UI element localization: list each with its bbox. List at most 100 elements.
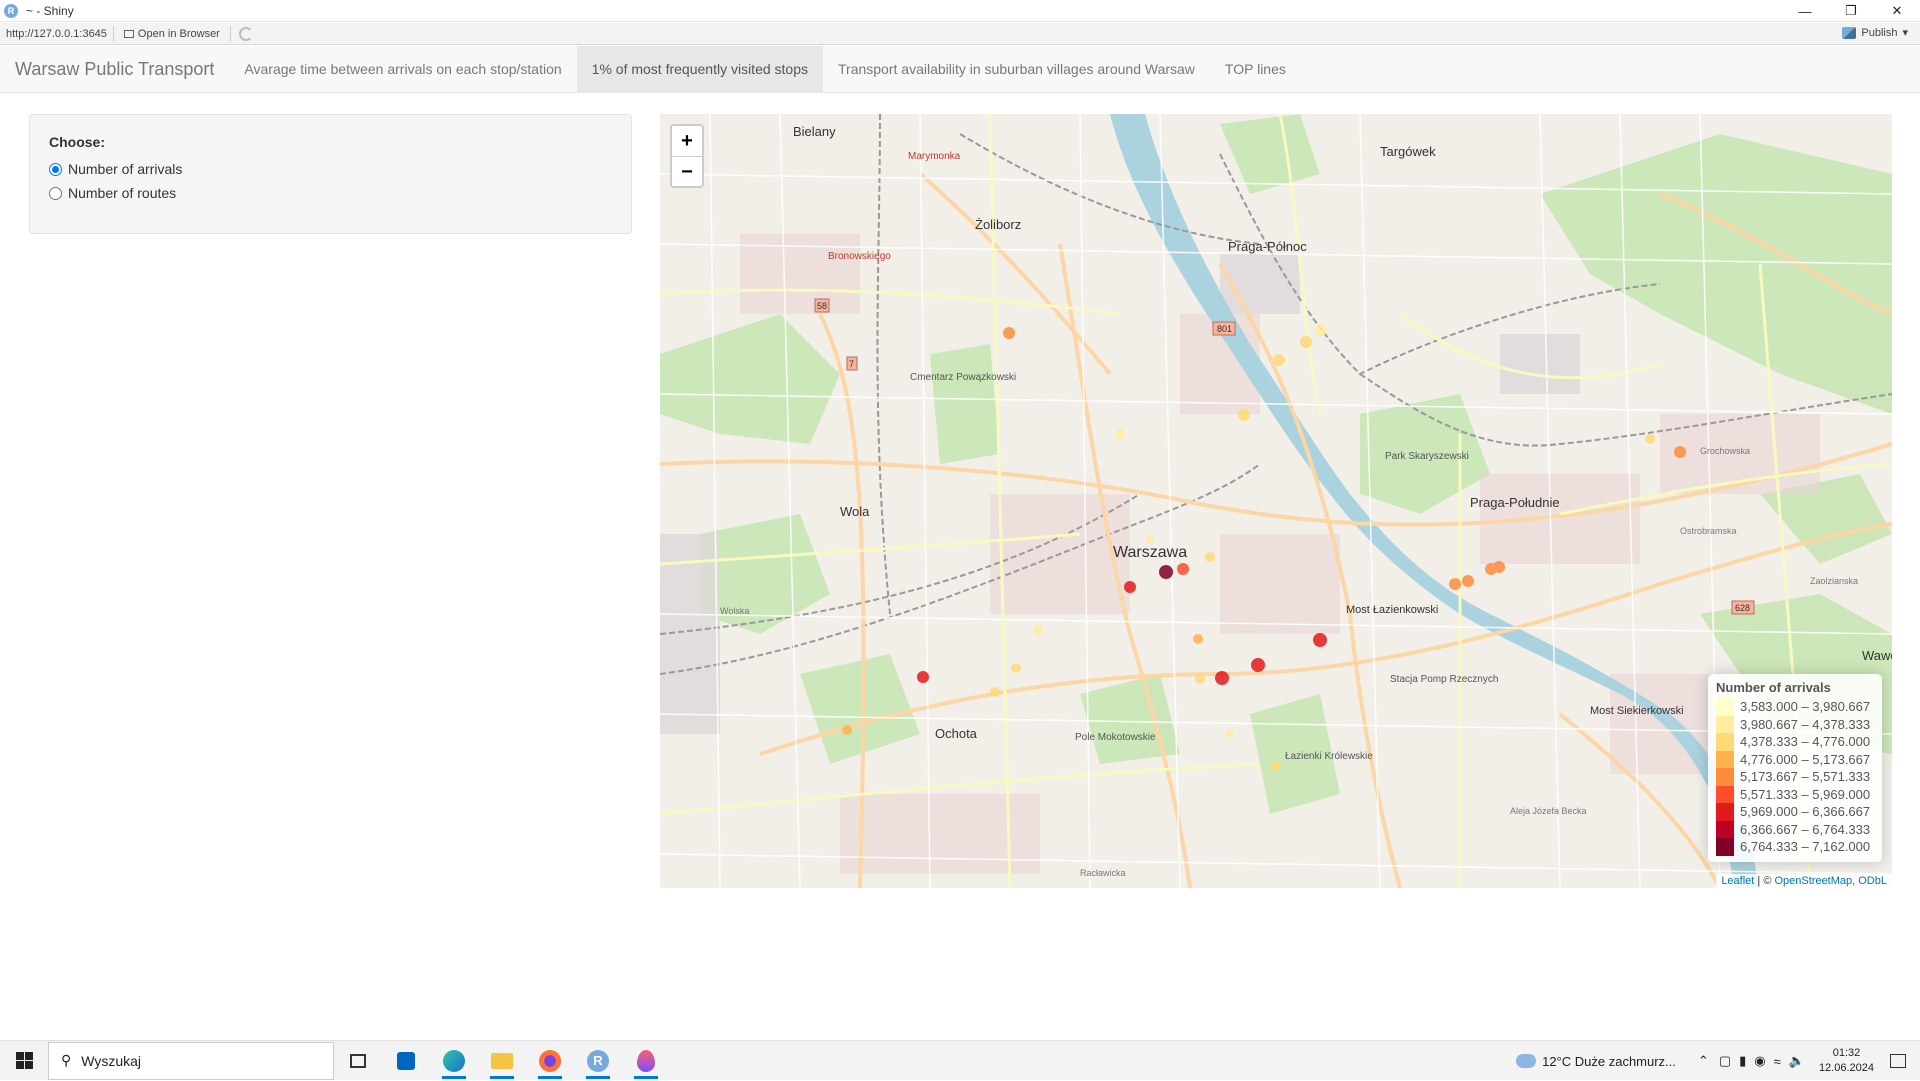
tab-suburban-availability[interactable]: Transport availability in suburban villa… (823, 46, 1210, 92)
osm-link[interactable]: OpenStreetMap, ODbL (1774, 875, 1887, 887)
wifi-icon[interactable]: ≈ (1774, 1054, 1781, 1069)
minimize-button[interactable]: — (1782, 0, 1828, 22)
stop-marker[interactable] (1003, 327, 1015, 339)
battery-icon[interactable]: ▮ (1739, 1053, 1746, 1069)
start-button[interactable] (0, 1041, 48, 1081)
open-in-browser-button[interactable]: Open in Browser (114, 25, 231, 42)
map-label-praga-polnoc: Praga-Północ (1228, 239, 1307, 254)
weather-icon[interactable] (1516, 1054, 1537, 1068)
map-label-bronowskiego: Bronowskiego (828, 251, 891, 262)
volume-icon[interactable]: 🔈 (1789, 1053, 1805, 1069)
stop-marker[interactable] (1449, 578, 1461, 590)
map-attribution: Leaflet | © OpenStreetMap, ODbL (1716, 874, 1892, 888)
stop-marker[interactable] (1300, 336, 1312, 348)
zoom-in-button[interactable]: + (672, 126, 702, 156)
chevron-up-icon[interactable]: ⌃ (1698, 1053, 1709, 1069)
weather-text[interactable]: 12°C Duże zachmurz... (1542, 1054, 1676, 1069)
radio-button-checked[interactable] (49, 162, 62, 176)
legend-swatch (1716, 803, 1734, 821)
radio-label-routes[interactable]: Number of routes (68, 185, 176, 201)
stop-marker[interactable] (1177, 563, 1189, 575)
close-button[interactable]: ✕ (1874, 0, 1920, 22)
radio-label-arrivals[interactable]: Number of arrivals (68, 161, 182, 177)
legend-row: 3,583.000 – 3,980.667 (1716, 698, 1874, 716)
legend-label: 3,583.000 – 3,980.667 (1740, 699, 1871, 715)
taskbar-clock[interactable]: 01:32 12.06.2024 (1811, 1046, 1882, 1076)
stop-marker[interactable] (1115, 429, 1125, 439)
windows-taskbar: ⚲ Wyszukaj R 12°C Duże zachmurz... ⌃ ▢ ▮… (0, 1040, 1920, 1080)
radio-button-unchecked[interactable] (49, 186, 62, 200)
device-icon[interactable]: ▢ (1719, 1053, 1731, 1069)
legend-row: 4,378.333 – 4,776.000 (1716, 733, 1874, 751)
stop-marker[interactable] (1271, 761, 1281, 771)
stop-marker[interactable] (1674, 446, 1686, 458)
radio-number-of-routes[interactable]: Number of routes (49, 181, 612, 205)
rstudio-icon[interactable]: R (574, 1041, 622, 1081)
map-label-lazienki: Łazienki Królewskie (1285, 751, 1373, 762)
stop-marker[interactable] (1462, 575, 1474, 587)
tab-top-lines[interactable]: TOP lines (1210, 46, 1301, 92)
stop-marker[interactable] (1033, 625, 1043, 635)
stop-marker[interactable] (1215, 671, 1229, 685)
navbar-brand[interactable]: Warsaw Public Transport (0, 46, 229, 92)
restore-button[interactable]: ❐ (1828, 0, 1874, 22)
road-label-raclawicka: Racławicka (1080, 868, 1126, 878)
stop-marker[interactable] (990, 687, 1000, 697)
legend-swatch (1716, 785, 1734, 803)
edge-icon[interactable] (430, 1041, 478, 1081)
legend-swatch (1716, 715, 1734, 733)
task-view-icon[interactable] (334, 1041, 382, 1081)
stop-marker[interactable] (1238, 409, 1250, 421)
taskbar-search[interactable]: ⚲ Wyszukaj (48, 1041, 334, 1080)
legend-label: 5,173.667 – 5,571.333 (1740, 769, 1871, 785)
legend-row: 6,764.333 – 7,162.000 (1716, 838, 1874, 856)
stop-marker[interactable] (1251, 658, 1265, 672)
choose-label: Choose: (49, 134, 105, 150)
leaflet-link[interactable]: Leaflet (1721, 875, 1754, 887)
stop-marker[interactable] (1493, 561, 1505, 573)
stop-marker[interactable] (1195, 674, 1205, 684)
firefox-icon[interactable] (526, 1041, 574, 1081)
legend-swatch (1716, 698, 1734, 716)
zoom-out-button[interactable]: − (672, 156, 702, 186)
map-label-pole-mokotowskie: Pole Mokotowskie (1075, 732, 1156, 743)
map-label-cmentarz: Cmentarz Powązkowski (910, 372, 1016, 383)
stop-marker[interactable] (1124, 581, 1136, 593)
network-icon[interactable]: ◉ (1754, 1053, 1765, 1069)
app-icon[interactable] (622, 1041, 670, 1081)
sidebar-panel: Choose: Number of arrivals Number of rou… (29, 114, 632, 234)
refresh-icon[interactable] (238, 26, 253, 41)
tab-top-stops[interactable]: 1% of most frequently visited stops (576, 46, 823, 92)
stop-marker[interactable] (842, 725, 852, 735)
file-explorer-icon[interactable] (478, 1041, 526, 1081)
stop-marker[interactable] (1645, 434, 1655, 444)
zoom-control: + − (670, 124, 704, 188)
stop-marker[interactable] (1273, 354, 1285, 366)
taskbar-search-placeholder: Wyszukaj (81, 1052, 142, 1069)
store-icon[interactable] (382, 1041, 430, 1081)
legend-row: 5,969.000 – 6,366.667 (1716, 803, 1874, 821)
stop-marker[interactable] (1315, 324, 1327, 336)
stop-marker[interactable] (1193, 634, 1203, 644)
stop-marker[interactable] (917, 671, 929, 683)
stop-marker[interactable] (1159, 565, 1173, 579)
map-label-zoliborz: Żoliborz (975, 217, 1021, 232)
publish-button[interactable]: Publish ▾ (1842, 26, 1908, 39)
tab-avg-time[interactable]: Avarage time between arrivals on each st… (229, 46, 576, 92)
notification-icon[interactable] (1890, 1054, 1906, 1068)
stop-marker[interactable] (1205, 552, 1215, 562)
stop-marker[interactable] (1313, 633, 1327, 647)
leaflet-map[interactable]: Bielany Targówek Żoliborz Praga-Północ W… (660, 114, 1892, 888)
map-label-wawer: Wawer (1862, 648, 1892, 663)
map-label-most-siekierkowski: Most Siekierkowski (1590, 705, 1684, 717)
map-label-bielany: Bielany (793, 124, 836, 139)
radio-number-of-arrivals[interactable]: Number of arrivals (49, 157, 612, 181)
map-label-targowek: Targówek (1380, 144, 1436, 159)
legend-swatch (1716, 838, 1734, 856)
attribution-separator: | © (1754, 875, 1775, 887)
stop-marker[interactable] (1226, 730, 1234, 738)
stop-marker[interactable] (1011, 663, 1021, 673)
stop-marker[interactable] (1146, 535, 1154, 543)
legend-swatch (1716, 768, 1734, 786)
map-label-most-lazienkowski: Most Łazienkowski (1346, 604, 1438, 616)
